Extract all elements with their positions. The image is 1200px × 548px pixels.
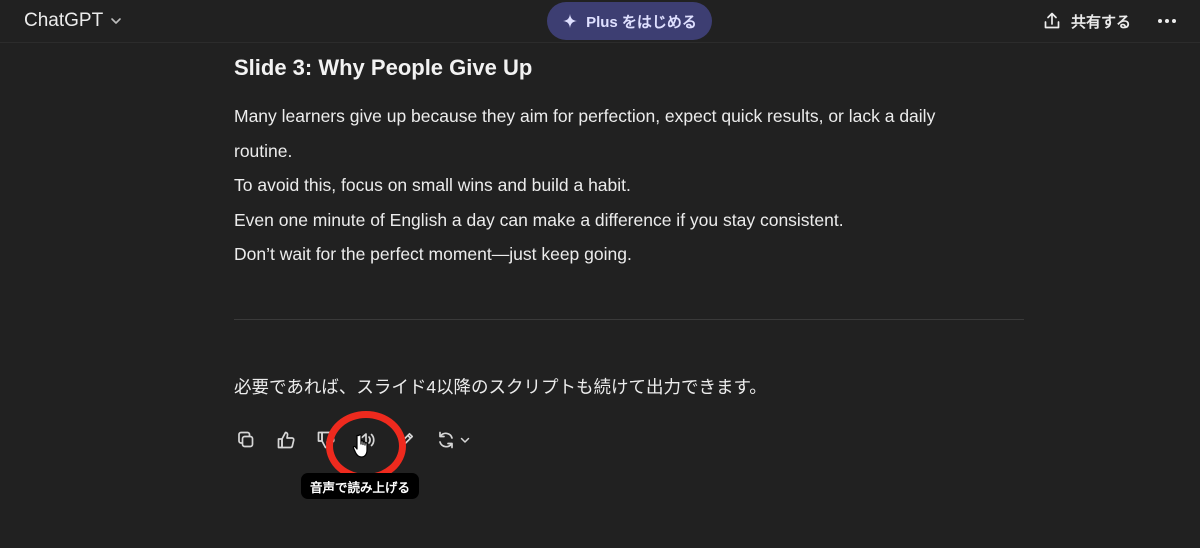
copy-icon [238, 431, 254, 448]
edit-in-canvas-button[interactable] [390, 424, 422, 456]
top-bar: ChatGPT Plus をはじめる 共有する [0, 0, 1200, 42]
model-selector[interactable]: ChatGPT [14, 6, 133, 36]
bad-response-button[interactable] [310, 424, 342, 456]
chevron-down-icon [111, 18, 122, 24]
share-label: 共有する [1071, 13, 1132, 31]
read-aloud-icon [358, 433, 375, 447]
chat-window: ChatGPT Plus をはじめる 共有する Slide 3: Why Peo… [0, 0, 1200, 548]
regenerate-icon [439, 431, 453, 449]
header-divider [0, 42, 1200, 43]
edit-pencil-icon [399, 432, 414, 447]
message-line: To avoid this, focus on small wins and b… [234, 175, 631, 195]
upgrade-plus-button[interactable]: Plus をはじめる [547, 2, 712, 40]
regenerate-button[interactable] [430, 424, 476, 456]
chevron-down-icon [460, 437, 470, 443]
message-line: Don’t wait for the perfect moment—just k… [234, 244, 632, 264]
read-aloud-button[interactable] [350, 424, 382, 456]
share-upload-icon [1044, 12, 1060, 29]
message-line: Even one minute of English a day can mak… [234, 209, 844, 230]
assistant-message-body: Many learners give up because they aim f… [234, 99, 1034, 272]
ellipsis-icon [1158, 19, 1176, 23]
good-response-button[interactable] [270, 424, 302, 456]
message-line: routine. [234, 140, 293, 161]
slide-heading: Slide 3: Why People Give Up [234, 55, 533, 80]
copy-button[interactable] [230, 424, 262, 456]
tooltip-label: 音声で読み上げる [310, 480, 411, 495]
share-button[interactable]: 共有する [1036, 6, 1137, 36]
upgrade-plus-label: Plus をはじめる [586, 13, 697, 31]
followup-text: 必要であれば、スライド4以降のスクリプトも続けて出力できます。 [234, 377, 767, 397]
message-action-bar [230, 424, 484, 456]
thumbs-down-icon [317, 431, 335, 449]
tooltip: 音声で読み上げる [301, 473, 420, 499]
horizontal-rule [234, 319, 1024, 320]
thumbs-up-icon [277, 431, 295, 449]
model-name: ChatGPT [24, 10, 104, 31]
message-line: Many learners give up because they aim f… [234, 106, 936, 126]
sparkle-icon [563, 14, 578, 28]
more-options-button[interactable] [1152, 6, 1182, 36]
